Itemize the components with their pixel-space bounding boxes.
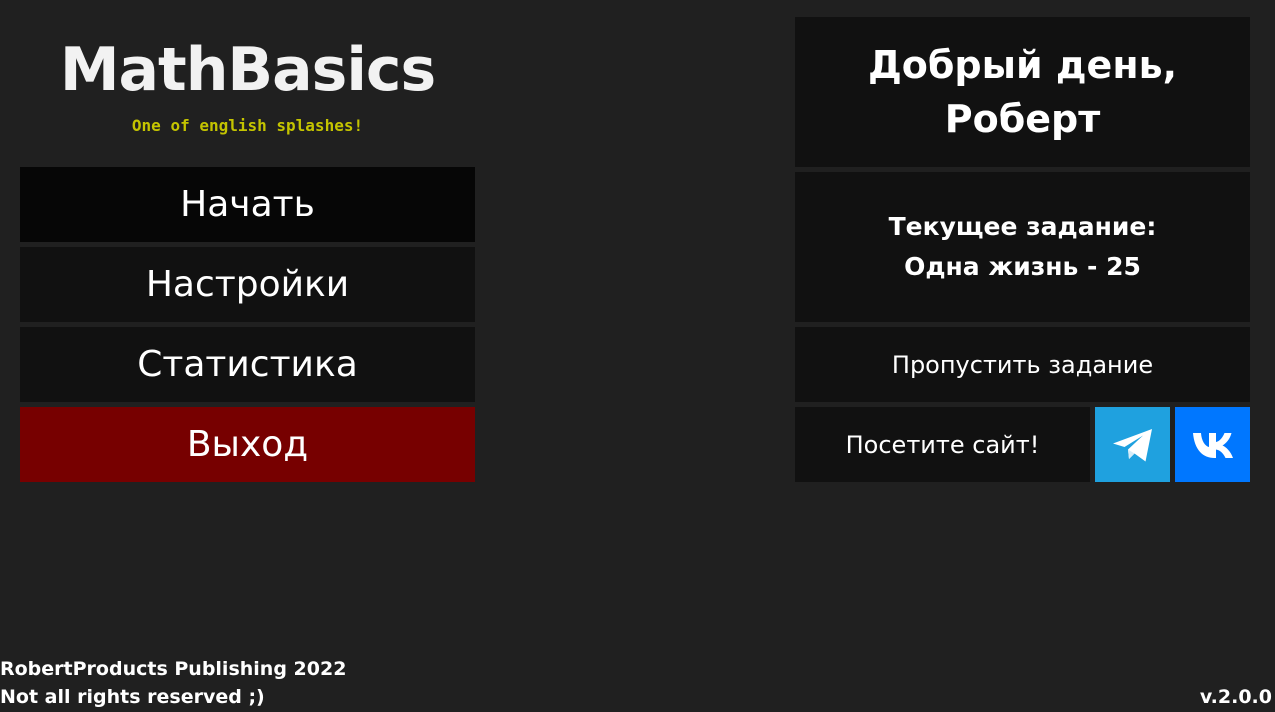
skip-task-button[interactable]: Пропустить задание (795, 327, 1250, 402)
greeting-line: Добрый день, (867, 43, 1178, 87)
exit-button-label: Выход (186, 424, 309, 465)
footer-copyright: RobertProducts Publishing 2022 Not all r… (0, 655, 346, 711)
vk-icon (1192, 432, 1233, 458)
splash-text: One of english splashes! (131, 116, 364, 135)
exit-button[interactable]: Выход (20, 407, 475, 482)
statistics-button[interactable]: Статистика (20, 327, 475, 402)
current-task-heading: Текущее задание: (888, 212, 1157, 241)
current-task-name: Одна жизнь - 25 (904, 252, 1141, 281)
settings-button-label: Настройки (145, 264, 350, 305)
version-label: v.2.0.0 (1199, 686, 1272, 708)
statistics-button-label: Статистика (137, 344, 358, 385)
telegram-icon (1112, 428, 1152, 461)
app-title: MathBasics (59, 35, 436, 105)
visit-site-button[interactable]: Посетите сайт! (795, 407, 1090, 482)
start-button-label: Начать (180, 184, 315, 225)
current-task-panel: Текущее задание: Одна жизнь - 25 (795, 172, 1250, 322)
visit-site-label: Посетите сайт! (845, 430, 1040, 459)
greeting-panel: Добрый день, Роберт (795, 17, 1250, 167)
greeting-user-name: Роберт (944, 97, 1101, 141)
start-button[interactable]: Начать (20, 167, 475, 242)
footer-publisher: RobertProducts Publishing 2022 (0, 658, 347, 680)
vk-button[interactable] (1175, 407, 1250, 482)
footer-rights: Not all rights reserved ;) (0, 686, 265, 708)
telegram-button[interactable] (1095, 407, 1170, 482)
settings-button[interactable]: Настройки (20, 247, 475, 322)
skip-task-label: Пропустить задание (891, 350, 1154, 379)
